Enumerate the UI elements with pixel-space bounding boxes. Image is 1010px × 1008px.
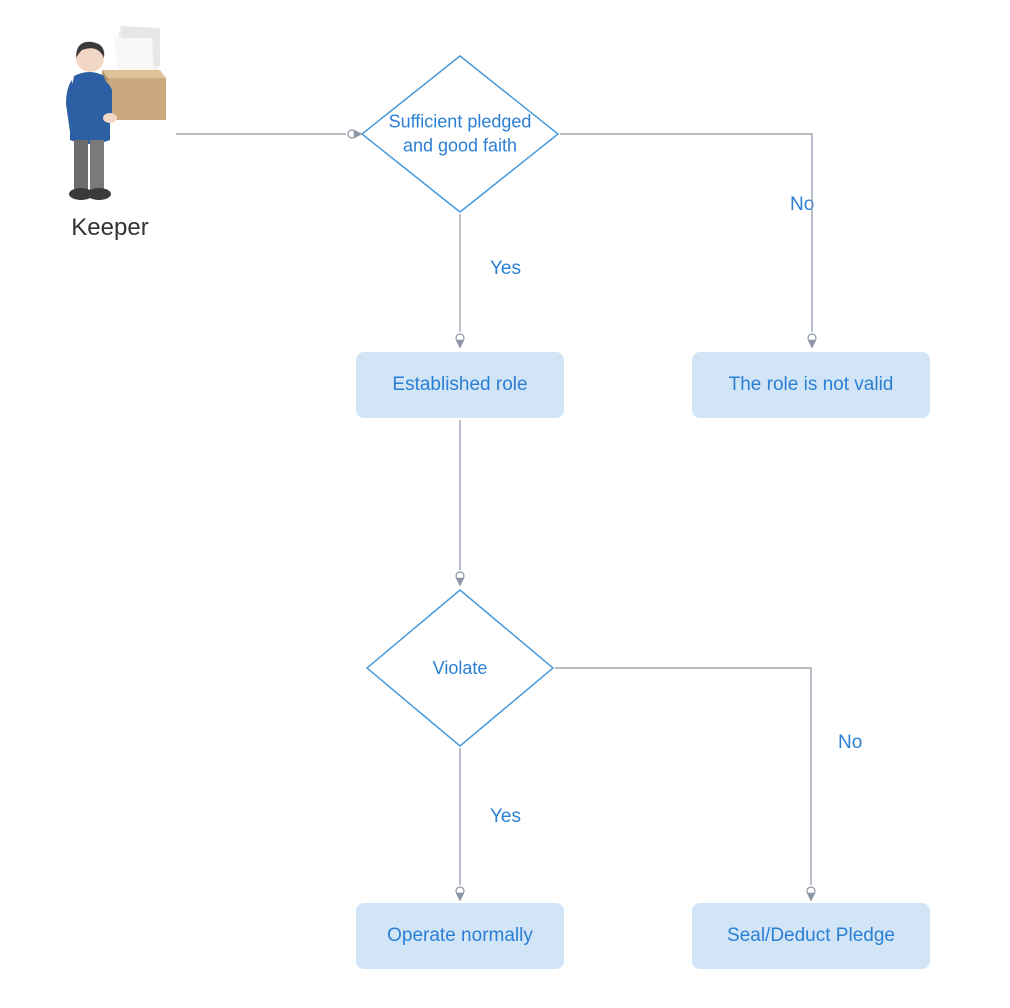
process-seal-deduct-text: Seal/Deduct Pledge — [727, 925, 895, 947]
arrow-decision1-no — [560, 124, 830, 354]
process-seal-deduct: Seal/Deduct Pledge — [692, 903, 930, 969]
flowchart-canvas: { "actor": { "label": "Keeper" }, "nodes… — [0, 0, 1010, 1008]
keeper-icon — [48, 24, 168, 204]
decision-violate: Violate — [365, 588, 555, 748]
edge-label-no-2: No — [838, 732, 862, 754]
edge-label-yes-1: Yes — [490, 258, 521, 280]
process-role-not-valid-text: The role is not valid — [729, 374, 894, 396]
arrow-decision2-yes — [450, 748, 470, 905]
process-operate-normally: Operate normally — [356, 903, 564, 969]
process-operate-normally-text: Operate normally — [387, 925, 533, 947]
edge-label-yes-2: Yes — [490, 806, 521, 828]
process-established-role-text: Established role — [392, 374, 527, 396]
arrow-decision2-no — [555, 658, 835, 905]
arrow-decision1-yes — [450, 214, 470, 354]
arrow-keeper-to-decision1 — [176, 124, 366, 144]
keeper-label: Keeper — [60, 214, 160, 242]
process-established-role: Established role — [356, 352, 564, 418]
decision-sufficient-pledged: Sufficient pledged and good faith — [360, 54, 560, 214]
process-role-not-valid: The role is not valid — [692, 352, 930, 418]
decision-sufficient-pledged-text: Sufficient pledged and good faith — [385, 110, 535, 159]
arrow-established-to-violate — [450, 420, 470, 590]
decision-violate-text: Violate — [400, 656, 520, 680]
